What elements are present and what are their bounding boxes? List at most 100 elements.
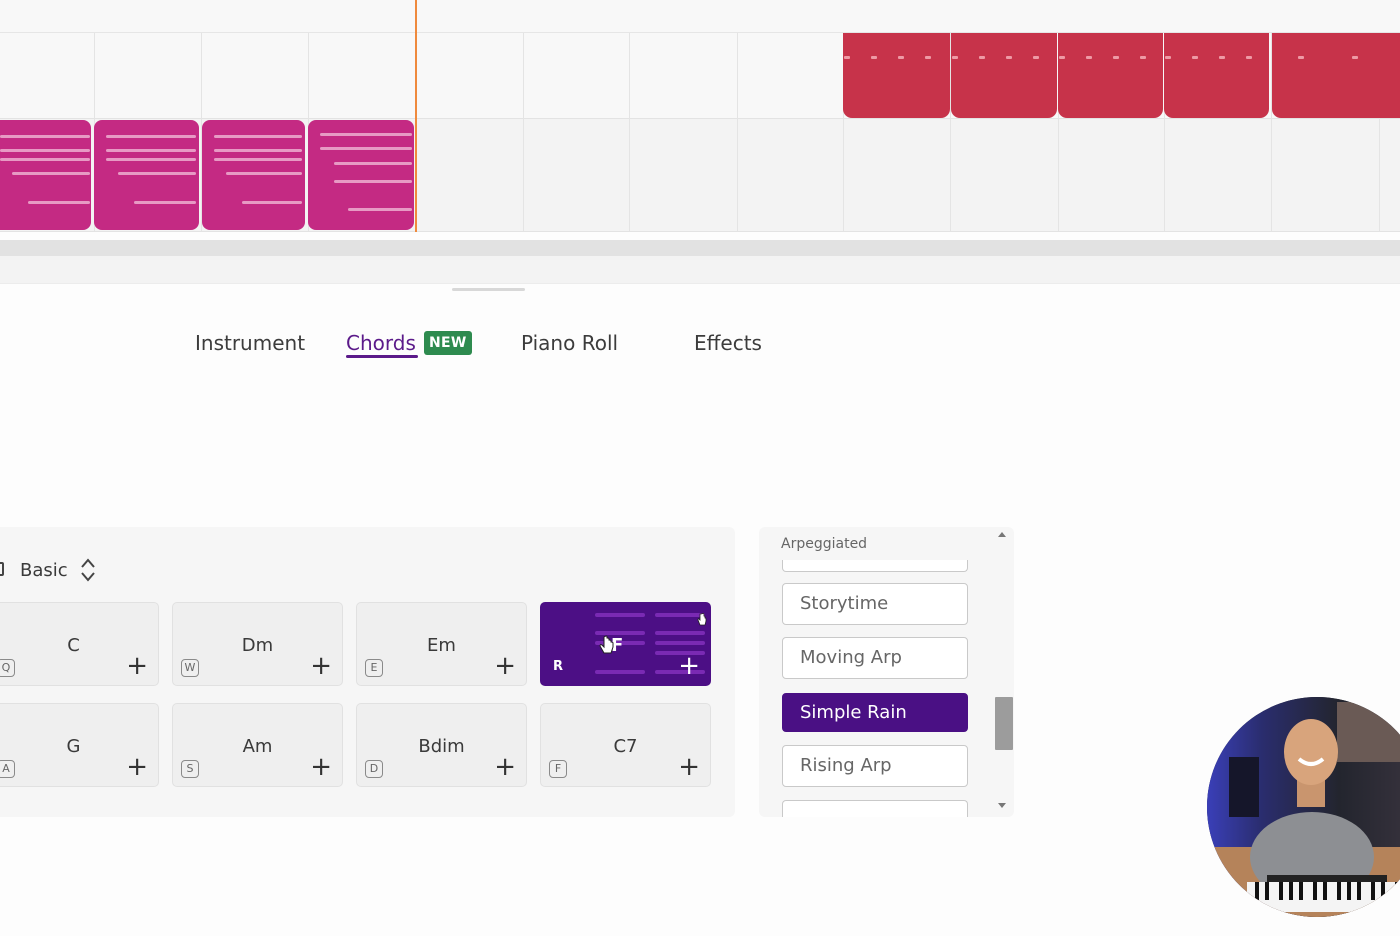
- chord-pad-bdim[interactable]: Bdim D +: [356, 703, 527, 787]
- beat-mark: [1352, 56, 1358, 59]
- webcam-overlay: [1207, 697, 1400, 917]
- style-item-partial[interactable]: [782, 560, 968, 572]
- hand-cursor-icon: [697, 613, 707, 626]
- up-down-chevron-icon[interactable]: [79, 556, 97, 584]
- chord-pad-em[interactable]: Em E +: [356, 602, 527, 686]
- plus-icon[interactable]: +: [126, 653, 148, 679]
- note-bar: [106, 135, 196, 138]
- plus-icon[interactable]: +: [310, 653, 332, 679]
- beat-mark: [1086, 56, 1092, 59]
- tab-piano-roll[interactable]: Piano Roll: [521, 331, 618, 355]
- style-item-rising-arp[interactable]: Rising Arp: [782, 745, 968, 787]
- note-bar: [106, 149, 196, 152]
- style-item-moving-arp[interactable]: Moving Arp: [782, 637, 968, 679]
- chord-clip[interactable]: [0, 120, 91, 230]
- note-bar: [242, 201, 302, 204]
- style-item-partial[interactable]: [782, 800, 968, 817]
- style-category-heading: Arpeggiated: [781, 536, 868, 552]
- beat-mark: [1192, 56, 1198, 59]
- key-hint: F: [549, 760, 567, 778]
- key-hint: E: [365, 659, 383, 677]
- arrangement-timeline[interactable]: [0, 0, 1400, 232]
- beat-mark: [1113, 56, 1119, 59]
- plus-icon[interactable]: +: [494, 653, 516, 679]
- drum-clip[interactable]: [843, 33, 950, 118]
- beat-mark: [844, 56, 850, 59]
- horizontal-scrollbar[interactable]: [0, 240, 1400, 256]
- note-bar: [118, 172, 196, 175]
- note-bar: [28, 201, 90, 204]
- scroll-down-arrow-icon[interactable]: [998, 803, 1006, 808]
- key-hint: D: [365, 760, 383, 778]
- presenter-video-frame: [1207, 697, 1400, 917]
- note-bar: [0, 158, 90, 161]
- timeline-ruler[interactable]: [0, 0, 1400, 33]
- chord-pad-dm[interactable]: Dm W +: [172, 602, 343, 686]
- key-hint: S: [181, 760, 199, 778]
- note-bar: [226, 172, 302, 175]
- plus-icon[interactable]: +: [310, 754, 332, 780]
- chord-pad-c[interactable]: C Q +: [0, 602, 159, 686]
- beat-mark: [1298, 56, 1304, 59]
- key-hint: R: [552, 659, 563, 674]
- note-bar: [12, 172, 90, 175]
- chord-clip[interactable]: [94, 120, 199, 230]
- note-bar: [334, 162, 412, 165]
- drum-clip[interactable]: [1058, 33, 1163, 118]
- note-bar: [320, 147, 412, 150]
- plus-icon[interactable]: +: [678, 653, 700, 679]
- note-bar: [106, 158, 196, 161]
- key-hint: W: [181, 659, 199, 677]
- style-item-storytime[interactable]: Storytime: [782, 583, 968, 625]
- beat-mark: [925, 56, 931, 59]
- hand-cursor-icon: [599, 635, 614, 654]
- beat-mark: [871, 56, 877, 59]
- chord-clip[interactable]: [202, 120, 305, 230]
- plus-icon[interactable]: +: [126, 754, 148, 780]
- plus-icon[interactable]: +: [494, 754, 516, 780]
- note-bar: [214, 149, 302, 152]
- note-bar: [320, 133, 412, 136]
- tab-effects[interactable]: Effects: [694, 331, 762, 355]
- playhead[interactable]: [415, 0, 417, 232]
- beat-mark: [1246, 56, 1252, 59]
- note-bar: [214, 158, 302, 161]
- beat-mark: [1140, 56, 1146, 59]
- chord-set-label[interactable]: Basic: [20, 560, 68, 581]
- chord-pad-c7[interactable]: C7 F +: [540, 703, 711, 787]
- chord-clip[interactable]: [308, 120, 414, 230]
- chord-pad-f[interactable]: F R +: [540, 602, 711, 686]
- note-bar: [334, 180, 412, 183]
- arp-pattern-bar: [595, 670, 645, 674]
- chord-set-icon: [0, 562, 4, 576]
- note-bar: [134, 201, 196, 204]
- list-scrollbar-thumb[interactable]: [995, 697, 1013, 750]
- key-hint: Q: [0, 659, 15, 677]
- beat-mark: [898, 56, 904, 59]
- grid-line: [629, 33, 630, 231]
- plus-icon[interactable]: +: [678, 754, 700, 780]
- chord-pad-am[interactable]: Am S +: [172, 703, 343, 787]
- chord-pad-g[interactable]: G A +: [0, 703, 159, 787]
- new-badge: NEW: [424, 331, 472, 355]
- beat-mark: [1219, 56, 1225, 59]
- note-bar: [0, 135, 90, 138]
- active-tab-indicator: [346, 355, 418, 358]
- beat-mark: [1165, 56, 1171, 59]
- note-bar: [214, 135, 302, 138]
- note-bar: [0, 149, 90, 152]
- beat-mark: [979, 56, 985, 59]
- tab-chords[interactable]: Chords: [346, 331, 416, 355]
- tab-instrument[interactable]: Instrument: [195, 331, 305, 355]
- timeline-footer: [0, 256, 1400, 284]
- beat-mark: [1006, 56, 1012, 59]
- drum-clip[interactable]: [1164, 33, 1269, 118]
- beat-mark: [1033, 56, 1039, 59]
- drum-clip[interactable]: [1272, 33, 1400, 118]
- scroll-up-arrow-icon[interactable]: [998, 532, 1006, 537]
- drum-clip[interactable]: [951, 33, 1057, 118]
- key-hint: A: [0, 760, 15, 778]
- beat-mark: [1059, 56, 1065, 59]
- style-item-simple-rain[interactable]: Simple Rain: [782, 693, 968, 732]
- panel-resize-handle[interactable]: [452, 288, 525, 291]
